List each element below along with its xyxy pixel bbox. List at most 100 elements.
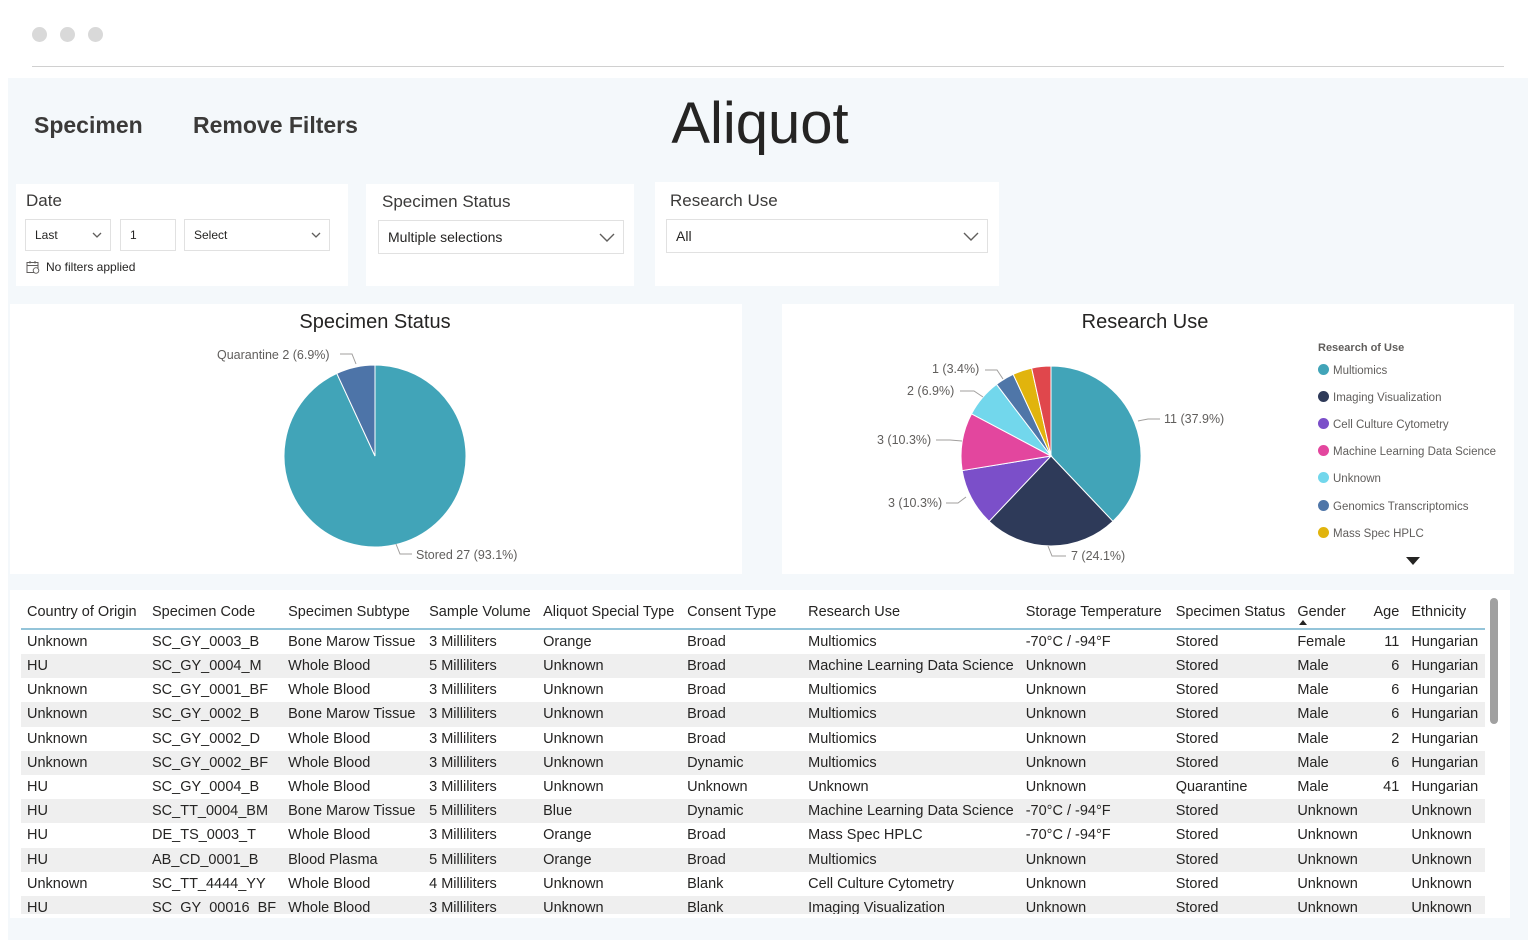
table-cell: DE_TS_0003_T	[152, 827, 256, 844]
table-cell: Whole Blood	[288, 730, 371, 747]
table-cell: 6	[1367, 654, 1406, 679]
table-cell: Dynamic	[681, 750, 803, 775]
table-scrollbar[interactable]	[1490, 598, 1498, 724]
table-cell: Multiomics	[802, 750, 1020, 775]
table-row[interactable]: HU SC_GY_0004_B Whole Blood 3 Milliliters Un…	[21, 775, 1485, 799]
column-header[interactable]: Consent Type	[681, 596, 803, 630]
table-viewport: Country of Origin Specimen Code Specimen S…	[0, 0, 1536, 914]
table-body: Unknown SC_GY_0003_B Bone Marow Tissue 3 Mi…	[21, 629, 1486, 914]
table-cell: Unknown	[1019, 847, 1170, 872]
table-cell: Unknown	[1019, 895, 1170, 914]
table-cell: Male	[1297, 730, 1329, 747]
table-cell: SC_GY_0003_B	[152, 634, 260, 650]
table-cell: HU	[27, 827, 48, 844]
table-cell: Unknown	[21, 702, 146, 727]
column-header[interactable]: Specimen Subtype	[282, 596, 424, 630]
table-cell: Broad	[681, 702, 803, 727]
column-header[interactable]: Country of Origin	[21, 596, 146, 630]
table-cell: HU	[21, 654, 146, 679]
table-cell: Unknown	[1297, 875, 1358, 892]
table-cell: Male	[1291, 750, 1368, 775]
table-cell: Bone Marow Tissue	[282, 702, 424, 727]
table-row[interactable]: Unknown SC_GY_0003_B Bone Marow Tissue 3 Mi…	[21, 629, 1485, 654]
table-cell: HU	[21, 799, 146, 824]
table-header-row: Country of Origin Specimen Code Specimen S…	[21, 596, 1486, 630]
column-header[interactable]: Sample Volume	[423, 596, 538, 630]
table-cell: Unknown	[1405, 799, 1486, 824]
table-cell: Hungarian	[1405, 654, 1486, 679]
table-cell: Hungarian	[1405, 702, 1486, 727]
table-cell: Unknown	[1405, 847, 1486, 872]
table-cell: 11	[1384, 634, 1400, 650]
table-cell: SC_GY_00016_BF	[146, 895, 283, 914]
table-cell: Unknown	[1291, 847, 1368, 872]
table-cell: Broad	[687, 730, 726, 747]
table-cell: -70°C / -94°F	[1025, 827, 1111, 844]
table-cell: 6	[1367, 702, 1406, 727]
table-cell: Machine Learning Data Science	[802, 799, 1020, 824]
table-cell: SC_GY_0002_B	[146, 702, 283, 727]
table-cell: Stored	[1169, 750, 1292, 775]
table-cell: 3 Milliliters	[423, 895, 538, 914]
table-cell	[1367, 847, 1406, 872]
column-header[interactable]: Research Use	[802, 596, 1020, 630]
table-cell: 3 Milliliters	[423, 702, 538, 727]
table-cell: Unknown	[21, 750, 146, 775]
table-row[interactable]: HU SC_GY_00016_BF Whole Blood 3 Milliliters…	[21, 895, 1486, 914]
table-cell: Unknown	[537, 895, 682, 914]
column-header[interactable]: Specimen Code	[146, 596, 283, 630]
table-cell: HU	[21, 847, 146, 872]
table-row[interactable]: Unknown SC_GY_0001_BF Whole Blood 3 Millili…	[21, 678, 1485, 702]
table-cell: Dynamic	[681, 799, 803, 824]
table-cell: 6	[1391, 682, 1400, 699]
table-cell: Male	[1297, 682, 1329, 699]
table-cell	[1367, 895, 1406, 914]
table-row[interactable]: HU SC_TT_0004_BM Bone Marow Tissue 5 Millil…	[21, 799, 1486, 824]
table-cell: Hungarian	[1411, 779, 1479, 796]
table-cell: HU	[21, 895, 146, 914]
table-cell: Orange	[543, 634, 592, 650]
table-cell: -70°C / -94°F	[1019, 799, 1170, 824]
table-cell: 3 Milliliters	[429, 682, 497, 699]
table-cell: Stored	[1169, 654, 1292, 679]
table-cell: Unknown	[537, 654, 682, 679]
table-cell: Stored	[1175, 634, 1219, 650]
table-cell: SC_GY_0002_BF	[146, 750, 283, 775]
table-cell: Unknown	[543, 779, 604, 796]
table-row[interactable]: HU DE_TS_0003_T Whole Blood 3 Milliliters Or…	[21, 823, 1485, 847]
column-header[interactable]: Ethnicity	[1405, 596, 1486, 630]
table-cell: Multiomics	[808, 730, 877, 747]
table-cell: Stored	[1169, 895, 1292, 914]
table-cell: Stored	[1169, 847, 1292, 872]
column-header[interactable]: Specimen Status	[1169, 596, 1292, 630]
table-cell: 5 Milliliters	[423, 799, 538, 824]
table-cell: Hungarian	[1405, 750, 1486, 775]
table-row[interactable]: HU SC_GY_0004_M Whole Blood 5 Milliliters Un…	[21, 654, 1486, 679]
table-row[interactable]: Unknown SC_GY_0002_D Whole Blood 3 Millilit…	[21, 727, 1485, 751]
table-cell: Multiomics	[808, 682, 877, 699]
column-header[interactable]: Storage Temperature	[1019, 596, 1170, 630]
table-cell: Unknown	[27, 875, 88, 892]
table-cell: Unknown	[1019, 702, 1170, 727]
table-row[interactable]: Unknown SC_GY_0002_B Bone Marow Tissue 3 Mi…	[21, 702, 1486, 727]
table-cell: Whole Blood	[282, 654, 424, 679]
column-header[interactable]: Age	[1367, 596, 1406, 630]
table-cell: 5 Milliliters	[423, 847, 538, 872]
table-cell: Broad	[687, 682, 726, 699]
column-header[interactable]: Gender	[1291, 596, 1368, 630]
table-cell: Unknown	[27, 682, 88, 699]
table-cell: -70°C / -94°F	[1025, 634, 1111, 650]
table-row[interactable]: HU AB_CD_0001_B Blood Plasma 5 Milliliters O…	[21, 847, 1486, 872]
table-cell: Unknown	[543, 730, 604, 747]
sort-ascending-icon	[1299, 620, 1308, 625]
table-cell: Unknown	[1025, 875, 1087, 892]
table-row[interactable]: Unknown SC_GY_0002_BF Whole Blood 3 Millili…	[21, 750, 1486, 775]
column-header[interactable]: Aliquot Special Type	[537, 596, 682, 630]
table-cell: Whole Blood	[288, 875, 371, 892]
table-cell: Unknown	[1019, 750, 1170, 775]
table-row[interactable]: Unknown SC_TT_4444_YY Whole Blood 4 Millili…	[21, 872, 1485, 896]
table-cell: Stored	[1169, 702, 1292, 727]
table-cell: Blank	[687, 875, 724, 892]
table-cell: Hungarian	[1411, 634, 1479, 650]
table-cell: Hungarian	[1411, 730, 1479, 747]
